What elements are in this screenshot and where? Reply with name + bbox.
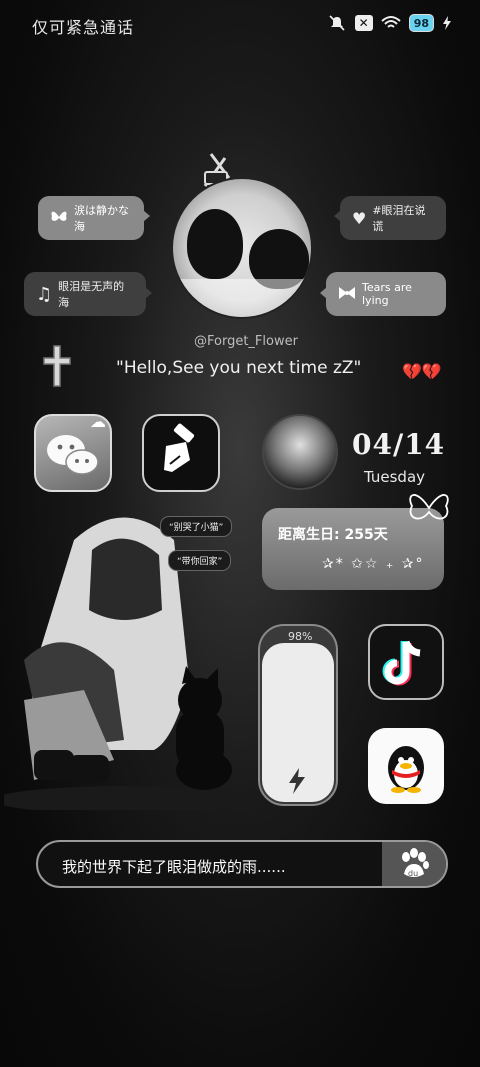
cross-icon [42, 344, 72, 392]
bubble-text: 涙は静かな海 [74, 204, 129, 233]
bubble-quiet-sea[interactable]: 涙は静かな海 [38, 196, 150, 240]
bubble-text: Tears are lying [362, 281, 412, 307]
bubble-text: 眼泪是无声的海 [58, 280, 125, 309]
cloud-rain-icon: ☁ [90, 412, 106, 431]
bubble-silent-sea[interactable]: ♫ 眼泪是无声的海 [24, 272, 152, 316]
bubble-tears-are-lying[interactable]: Tears are lying [320, 272, 446, 316]
mute-icon [327, 15, 347, 31]
bubble-tears-lie[interactable]: ♥ #眼泪在说谎 [334, 196, 446, 240]
bubble-text: #眼泪在说谎 [372, 204, 426, 233]
status-icons: ✕ 98 [327, 14, 452, 32]
qq-penguin-icon [388, 746, 424, 793]
bolt-icon [286, 768, 308, 798]
search-bar-text: 我的世界下起了眼泪做成的雨...... [62, 858, 286, 876]
bow-icon [338, 286, 356, 303]
sticker-tag: “带你回家” [168, 550, 232, 571]
battery-percent-label: 98% [288, 630, 313, 643]
status-carrier-text: 仅可紧急通话 [32, 18, 135, 37]
girl-cat-sticker [0, 500, 254, 814]
baidu-search-button[interactable]: du [382, 842, 446, 886]
profile-handle: @Forget_Flower [194, 334, 298, 349]
cats-photo[interactable] [171, 177, 313, 319]
theme-app-icon[interactable] [142, 414, 220, 492]
charging-icon [442, 15, 452, 31]
qq-app-icon[interactable] [368, 728, 444, 804]
date-widget: 04/14 [352, 428, 446, 461]
baidu-paw-icon: du [402, 848, 429, 878]
tiktok-app-icon[interactable] [368, 624, 444, 700]
paint-brush-icon [164, 423, 195, 472]
butterfly-icon [406, 488, 452, 532]
x-badge-icon: ✕ [354, 15, 373, 31]
weekday-label: Tuesday [364, 468, 426, 486]
heart-icon: ♥ [352, 208, 367, 228]
stars-decoration: ✰* ✩☆ ₊ ✰° [322, 556, 425, 572]
avatar[interactable] [262, 414, 338, 490]
profile-quote: "Hello,See you next time zZ" [116, 358, 362, 378]
sticker-tag: “别哭了小猫” [160, 516, 233, 537]
butterfly-icon [50, 209, 68, 228]
wifi-icon [381, 15, 401, 31]
tiktok-icon [382, 640, 421, 686]
battery-icon: 98 [408, 14, 434, 32]
birthday-countdown: 距离生日: 255天 [278, 527, 388, 543]
broken-heart-icon: 💔💔 [402, 362, 442, 381]
svg-text:du: du [408, 869, 418, 878]
music-note-icon: ♫ [36, 283, 53, 305]
